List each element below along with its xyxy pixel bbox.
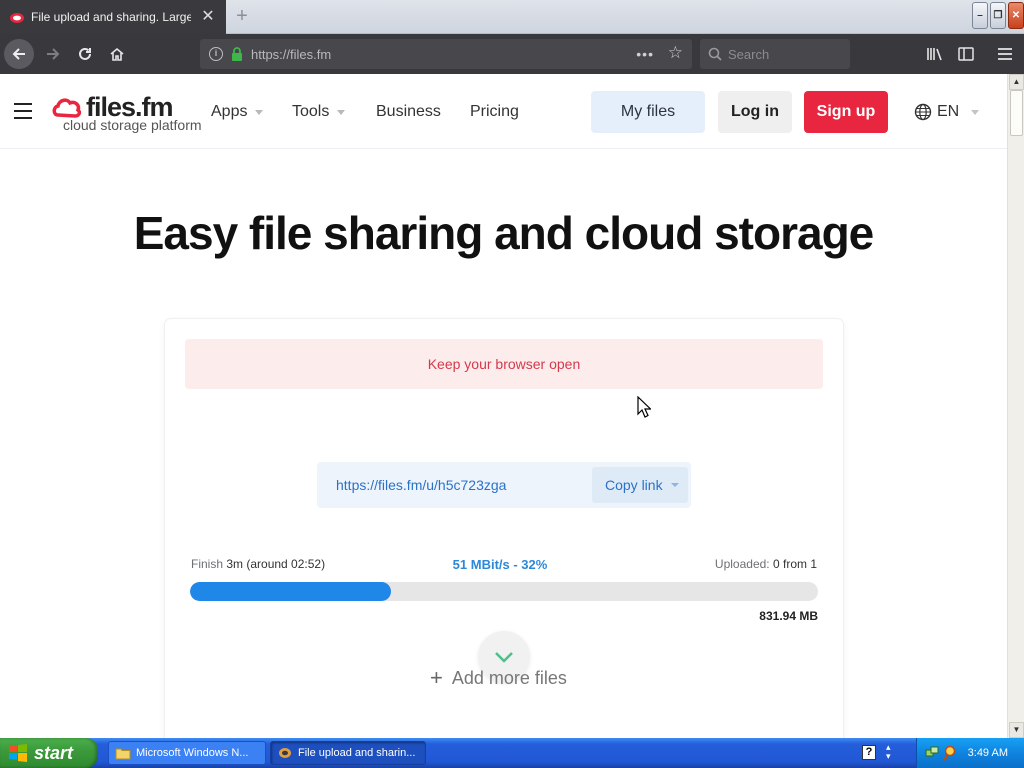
language-bar-chevron-icon[interactable]: ▴ ▾ [886, 743, 891, 761]
restore-button[interactable]: ❐ [990, 2, 1006, 29]
chevron-down-icon [337, 109, 346, 115]
nav-pricing[interactable]: Pricing [470, 103, 519, 121]
add-more-label: Add more files [451, 667, 567, 688]
search-input[interactable]: Search [700, 39, 850, 69]
site-menu-icon[interactable] [14, 103, 32, 119]
page-scrollbar[interactable]: ▲ ▼ [1007, 74, 1024, 738]
upload-progress-bar [190, 582, 818, 601]
home-icon[interactable] [102, 39, 132, 69]
copy-link-label: Copy link [605, 477, 663, 493]
language-bar-help-icon[interactable]: ? [862, 745, 876, 760]
page-actions-dots-icon[interactable]: ••• [636, 46, 654, 62]
add-more-files-button[interactable]: + Add more files [430, 665, 567, 691]
lock-icon [232, 47, 242, 61]
browser-navbar: i https://files.fm ••• ☆ Search [0, 34, 1024, 74]
forward-arrow-icon[interactable] [38, 39, 68, 69]
taskbar: start Microsoft Windows N... File upload… [0, 738, 1024, 768]
network-icon[interactable] [925, 746, 939, 760]
nav-business[interactable]: Business [376, 103, 441, 121]
uploaded-value: 0 from 1 [772, 557, 817, 571]
new-tab-plus-icon[interactable]: + [232, 6, 252, 26]
nav-apps[interactable]: Apps [211, 103, 264, 121]
start-label: start [34, 742, 74, 763]
nav-pricing-label: Pricing [470, 103, 519, 120]
tab-title: File upload and sharing. Large file [31, 10, 191, 24]
nav-business-label: Business [376, 103, 441, 120]
language-selector[interactable]: EN [914, 103, 980, 121]
upload-size: 831.94 MB [759, 609, 818, 623]
browser-window-icon [279, 748, 291, 758]
start-button[interactable]: start [0, 738, 98, 768]
mouse-cursor-icon [637, 396, 651, 418]
minimize-button[interactable]: – [972, 2, 988, 29]
back-arrow-icon[interactable] [4, 39, 34, 69]
window-controls: – ❐ ✕ [970, 2, 1024, 29]
system-tray: 3:49 AM [916, 738, 1024, 768]
address-bar[interactable]: i https://files.fm ••• ☆ [200, 39, 692, 69]
signup-button[interactable]: Sign up [804, 91, 888, 133]
keep-browser-open-notice: Keep your browser open [185, 339, 823, 389]
taskbar-item-explorer[interactable]: Microsoft Windows N... [108, 741, 266, 765]
folder-icon [115, 748, 131, 760]
site-info-icon[interactable]: i [209, 47, 223, 61]
nav-tools[interactable]: Tools [292, 103, 346, 121]
taskbar-item-label: File upload and sharin... [298, 747, 416, 759]
logo-cloud-icon [52, 98, 82, 118]
my-files-button[interactable]: My files [591, 91, 705, 133]
login-button[interactable]: Log in [718, 91, 792, 133]
scroll-up-arrow-icon[interactable]: ▲ [1009, 74, 1024, 90]
taskbar-item-firefox[interactable]: File upload and sharin... [270, 741, 426, 765]
search-icon [708, 47, 722, 61]
language-label: EN [937, 103, 960, 120]
upload-progress-fill [190, 582, 391, 601]
windows-logo-icon [9, 744, 27, 762]
hero-title: Easy file sharing and cloud storage [133, 207, 875, 259]
url-text: https://files.fm [251, 46, 332, 62]
library-icon[interactable] [920, 39, 950, 69]
upload-card: Keep your browser open https://files.fm/… [165, 319, 843, 738]
search-placeholder: Search [728, 46, 770, 62]
uploaded-count: Uploaded: 0 from 1 [715, 557, 817, 571]
uploaded-label: Uploaded: [714, 557, 770, 571]
share-link-box: https://files.fm/u/h5c723zga Copy link [317, 462, 691, 508]
nav-apps-label: Apps [211, 103, 248, 120]
browser-tab-strip: File upload and sharing. Large file ✕ + … [0, 0, 1024, 34]
share-link-url[interactable]: https://files.fm/u/h5c723zga [336, 477, 506, 493]
globe-icon [914, 103, 932, 121]
chevron-down-icon [971, 109, 980, 115]
menu-hamburger-icon[interactable] [990, 39, 1020, 69]
files-fm-favicon-icon [10, 13, 24, 23]
scroll-down-arrow-icon[interactable]: ▼ [1009, 722, 1024, 738]
tab-close-icon[interactable]: ✕ [200, 9, 216, 25]
bookmark-star-icon[interactable]: ☆ [668, 43, 683, 63]
copy-link-button[interactable]: Copy link [592, 467, 688, 503]
logo-tagline: cloud storage platform [63, 117, 202, 133]
page-viewport: files.fm cloud storage platform Apps Too… [0, 74, 1007, 738]
reload-icon[interactable] [70, 39, 100, 69]
browser-tab-active[interactable]: File upload and sharing. Large file ✕ [0, 0, 226, 34]
scroll-thumb[interactable] [1010, 90, 1023, 136]
plus-icon: + [430, 665, 443, 690]
nav-tools-label: Tools [292, 103, 330, 120]
taskbar-clock: 3:49 AM [967, 747, 1008, 759]
chevron-down-icon [495, 652, 513, 663]
chevron-down-icon [255, 109, 264, 115]
upload-stats: Finish 3m (around 02:52) 51 MBit/s - 32%… [191, 557, 817, 573]
window-close-button[interactable]: ✕ [1008, 2, 1024, 29]
taskbar-item-label: Microsoft Windows N... [136, 747, 249, 759]
magnifier-icon[interactable] [943, 745, 959, 761]
site-header: files.fm cloud storage platform Apps Too… [0, 74, 1007, 149]
sidebar-toggle-icon[interactable] [951, 39, 981, 69]
chevron-down-icon [670, 483, 679, 487]
